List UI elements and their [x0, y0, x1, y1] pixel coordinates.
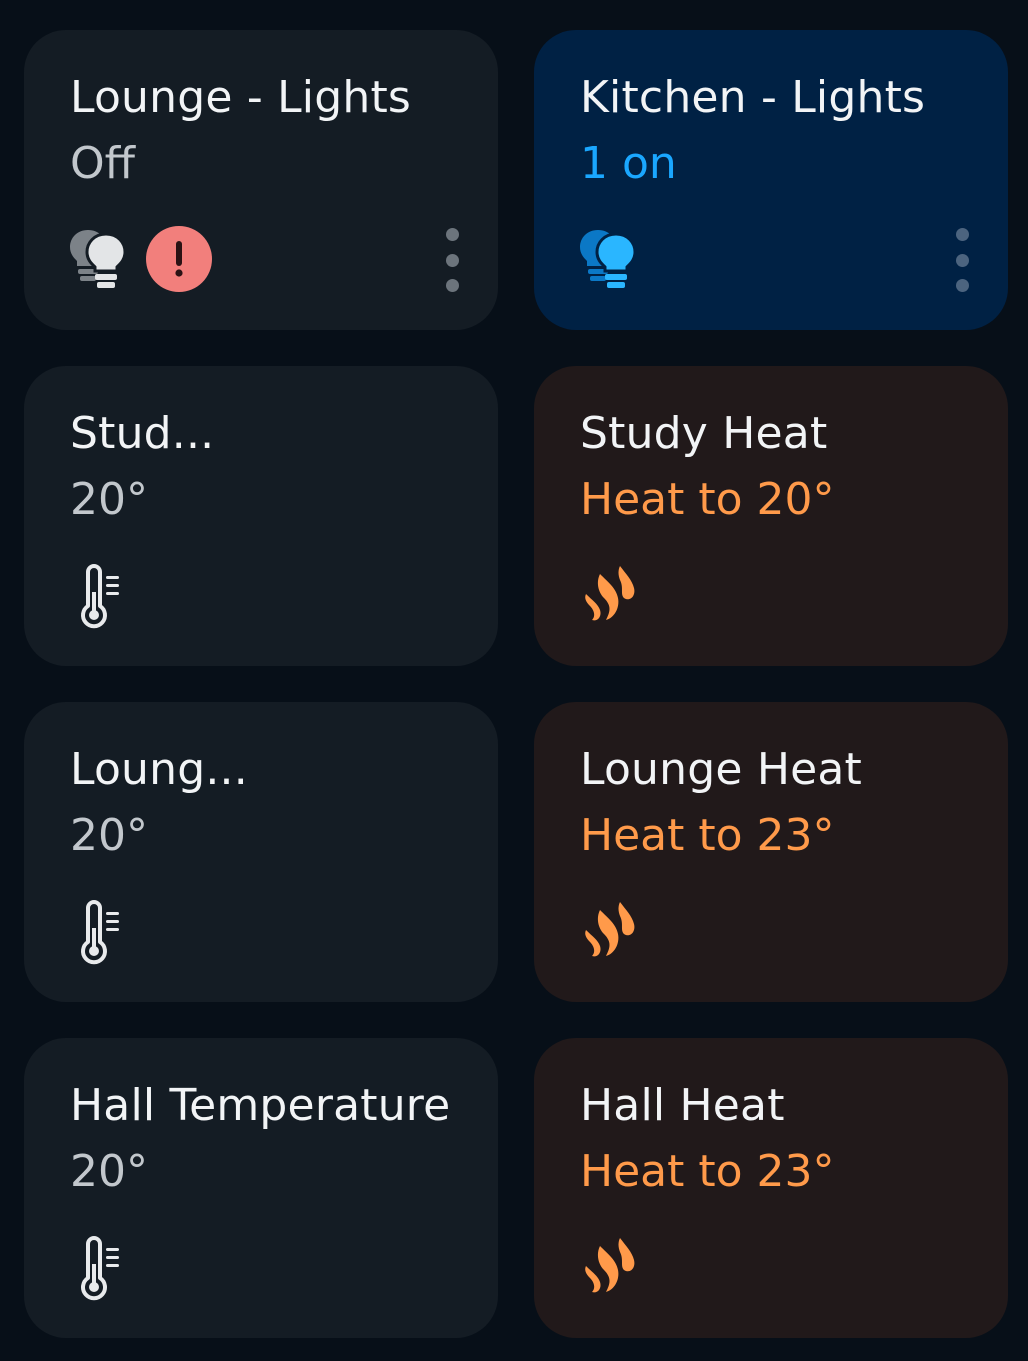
- device-card-title: Lounge - Lights: [70, 72, 412, 123]
- device-card-lounge-lights[interactable]: Lounge - Lights Off: [24, 30, 498, 330]
- device-card-status: Heat to 23°: [580, 1146, 835, 1197]
- device-card-title: Hall Temperature: [70, 1080, 451, 1131]
- device-card-study-temperature[interactable]: Stud... 20°: [24, 366, 498, 666]
- device-card-status: Heat to 20°: [580, 474, 835, 525]
- flame-icon: [576, 896, 646, 966]
- device-card-kitchen-lights[interactable]: Kitchen - Lights 1 on: [534, 30, 1008, 330]
- device-card-title: Loung...: [70, 744, 248, 795]
- device-card-status: 20°: [70, 474, 148, 525]
- light-bulbs-icon[interactable]: [66, 224, 136, 294]
- device-card-title: Lounge Heat: [580, 744, 862, 795]
- device-card-title: Hall Heat: [580, 1080, 785, 1131]
- device-card-title: Study Heat: [580, 408, 828, 459]
- device-card-status: Off: [70, 138, 135, 189]
- thermometer-icon: [66, 896, 136, 966]
- flame-icon: [576, 560, 646, 630]
- device-card-title: Kitchen - Lights: [580, 72, 926, 123]
- more-options-icon[interactable]: [432, 228, 472, 292]
- device-card-lounge-heat[interactable]: Lounge Heat Heat to 23°: [534, 702, 1008, 1002]
- device-card-status: 1 on: [580, 138, 677, 189]
- device-card-study-heat[interactable]: Study Heat Heat to 20°: [534, 366, 1008, 666]
- device-card-status: 20°: [70, 810, 148, 861]
- device-card-status: 20°: [70, 1146, 148, 1197]
- device-card-lounge-temperature[interactable]: Loung... 20°: [24, 702, 498, 1002]
- more-options-icon[interactable]: [942, 228, 982, 292]
- alert-exclamation-icon[interactable]: [146, 226, 214, 294]
- thermometer-icon: [66, 560, 136, 630]
- flame-icon: [576, 1232, 646, 1302]
- device-card-hall-heat[interactable]: Hall Heat Heat to 23°: [534, 1038, 1008, 1338]
- device-card-title: Stud...: [70, 408, 215, 459]
- device-grid: Lounge - Lights Off Kitchen - Lights 1 o…: [0, 0, 1028, 1361]
- light-bulbs-icon[interactable]: [576, 224, 646, 294]
- device-card-hall-temperature[interactable]: Hall Temperature 20°: [24, 1038, 498, 1338]
- device-card-status: Heat to 23°: [580, 810, 835, 861]
- thermometer-icon: [66, 1232, 136, 1302]
